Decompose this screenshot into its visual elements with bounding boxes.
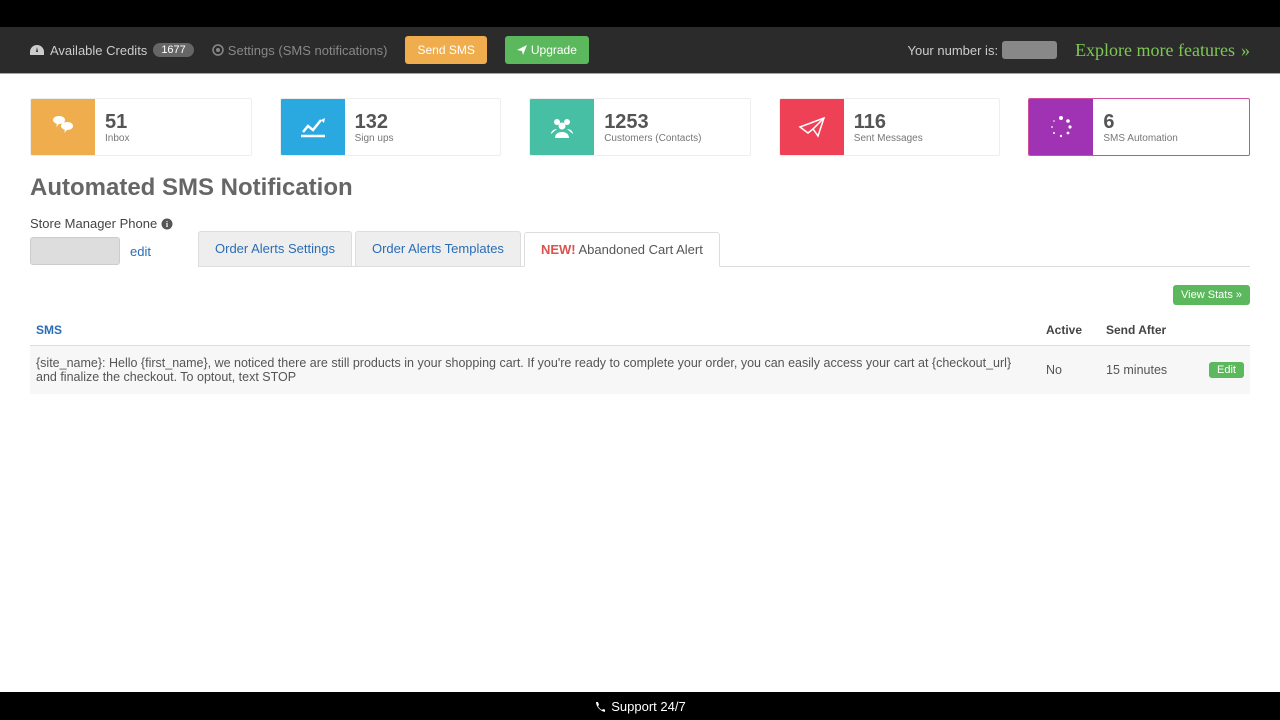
settings-link[interactable]: Settings (SMS notifications) (212, 43, 388, 58)
stat-label: SMS Automation (1103, 133, 1177, 144)
spinner-icon (1029, 99, 1093, 155)
view-stats-button[interactable]: View Stats » (1173, 285, 1250, 305)
sms-text: {site_name}: Hello {first_name}, we noti… (30, 346, 1040, 395)
credits-label: Available Credits (50, 43, 147, 58)
send-icon (780, 99, 844, 155)
stat-label: Inbox (105, 133, 129, 144)
th-sms[interactable]: SMS (30, 315, 1040, 346)
tab-cart-alert[interactable]: NEW! Abandoned Cart Alert (524, 232, 720, 267)
edit-phone-link[interactable]: edit (130, 244, 151, 259)
stat-inbox[interactable]: 51 Inbox (30, 98, 252, 156)
new-badge: NEW! (541, 242, 576, 257)
tabs: Order Alerts Settings Order Alerts Templ… (198, 231, 1250, 267)
upgrade-label: Upgrade (531, 43, 577, 57)
dashboard-icon (30, 45, 44, 55)
chart-icon (281, 99, 345, 155)
phone-number-display (1002, 41, 1057, 59)
tab-cart-label: Abandoned Cart Alert (579, 242, 703, 257)
phone-icon (594, 701, 605, 712)
phone-label: Store Manager Phone i (30, 216, 173, 231)
credits-display[interactable]: Available Credits 1677 (30, 43, 194, 58)
stat-customers[interactable]: 1253 Customers (Contacts) (529, 98, 751, 156)
phone-input[interactable] (30, 237, 120, 265)
credits-count: 1677 (153, 43, 193, 57)
inbox-icon (31, 99, 95, 155)
th-send-after[interactable]: Send After (1100, 315, 1200, 346)
stat-signups[interactable]: 132 Sign ups (280, 98, 502, 156)
th-active[interactable]: Active (1040, 315, 1100, 346)
page-title: Automated SMS Notification (30, 174, 1250, 202)
stat-label: Sign ups (355, 133, 394, 144)
stat-sent[interactable]: 116 Sent Messages (779, 98, 1001, 156)
table-row: {site_name}: Hello {first_name}, we noti… (30, 346, 1250, 395)
chevron-right-icon: » (1241, 40, 1250, 61)
stat-value: 132 (355, 111, 394, 133)
divider (0, 73, 1280, 74)
your-number: Your number is: (907, 41, 1057, 59)
info-icon[interactable]: i (161, 218, 173, 230)
top-black-bar (0, 0, 1280, 27)
stat-automation[interactable]: 6 SMS Automation (1028, 98, 1250, 156)
tab-order-templates[interactable]: Order Alerts Templates (355, 231, 521, 266)
stat-label: Customers (Contacts) (604, 133, 701, 144)
stat-value: 116 (854, 111, 923, 133)
send-sms-button[interactable]: Send SMS (405, 36, 486, 64)
gear-icon (212, 44, 224, 56)
tab-order-settings[interactable]: Order Alerts Settings (198, 231, 352, 266)
stat-value: 1253 (604, 111, 701, 133)
send-after-value: 15 minutes (1100, 346, 1200, 395)
stats-row: 51 Inbox 132 Sign ups 1253 Customers (Co… (30, 98, 1250, 156)
explore-text: Explore more features (1075, 40, 1235, 61)
sms-table: SMS Active Send After {site_name}: Hello… (30, 315, 1250, 394)
stat-value: 6 (1103, 111, 1177, 133)
stat-label: Sent Messages (854, 133, 923, 144)
topbar: Available Credits 1677 Settings (SMS not… (0, 27, 1280, 73)
settings-label: Settings (SMS notifications) (228, 43, 388, 58)
phone-label-text: Store Manager Phone (30, 216, 157, 231)
explore-link[interactable]: Explore more features » (1075, 40, 1250, 61)
edit-row-button[interactable]: Edit (1209, 362, 1244, 378)
active-value: No (1040, 346, 1100, 395)
stat-value: 51 (105, 111, 129, 133)
footer-text: Support 24/7 (611, 699, 685, 714)
your-number-label: Your number is: (907, 43, 998, 58)
plane-icon (517, 45, 527, 55)
users-icon (530, 99, 594, 155)
upgrade-button[interactable]: Upgrade (505, 36, 589, 64)
footer[interactable]: Support 24/7 (0, 692, 1280, 720)
